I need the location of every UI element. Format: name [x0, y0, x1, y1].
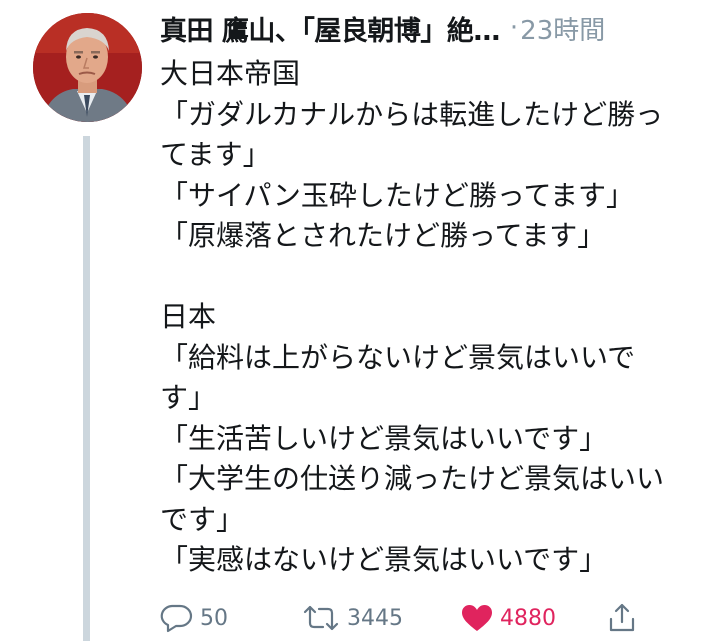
like-button[interactable]: 4880: [460, 598, 556, 638]
tweet-line: 「原爆落とされたけど勝ってます」: [160, 219, 606, 252]
like-count: 4880: [500, 605, 556, 631]
reply-icon: [160, 604, 193, 633]
author-name[interactable]: 真田 鷹山、「屋良朝博」絶…: [160, 9, 500, 48]
retweet-icon: [303, 605, 339, 631]
share-icon: [609, 603, 635, 632]
tweet-body: 大日本帝国 「ガダルカナルからは転進したけど勝っ てます」 「サイパン玉砕したけ…: [160, 54, 705, 581]
share-button[interactable]: [607, 598, 637, 638]
tweet-line: てます」: [160, 138, 271, 171]
reply-button[interactable]: 50: [158, 598, 228, 638]
header-separator: ·: [509, 13, 519, 43]
avatar[interactable]: [33, 13, 142, 122]
timestamp[interactable]: 23時間: [520, 10, 605, 47]
retweet-button[interactable]: 3445: [301, 598, 403, 638]
tweet-line: 「ガダルカナルからは転進したけど勝っ: [160, 97, 664, 131]
tweet-header: 真田 鷹山、「屋良朝博」絶… · 23時間: [160, 8, 710, 48]
tweet[interactable]: 真田 鷹山、「屋良朝博」絶… · 23時間 大日本帝国 「ガダルカナルからは転進…: [0, 0, 718, 641]
tweet-line: 「給料は上がらないけど景気はいいで: [160, 340, 636, 374]
reply-count: 50: [200, 605, 228, 631]
tweet-line: 「サイパン玉砕したけど勝ってます」: [160, 178, 635, 212]
tweet-actions: 50 3445 4880: [158, 598, 658, 638]
retweet-count: 3445: [347, 605, 403, 631]
thread-line: [83, 136, 90, 641]
tweet-line: 大日本帝国: [160, 57, 301, 90]
tweet-line: です」: [160, 502, 245, 536]
heart-icon: [462, 605, 492, 631]
avatar-image: [33, 13, 142, 122]
tweet-line: 「実感はないけど景気はいいです」: [160, 543, 608, 576]
tweet-line: 「大学生の仕送り減ったけど景気はいい: [160, 462, 665, 495]
tweet-line: す」: [160, 381, 217, 414]
tweet-line: 「生活苦しいけど景気はいいです」: [160, 421, 608, 455]
tweet-line: 日本: [160, 300, 217, 333]
